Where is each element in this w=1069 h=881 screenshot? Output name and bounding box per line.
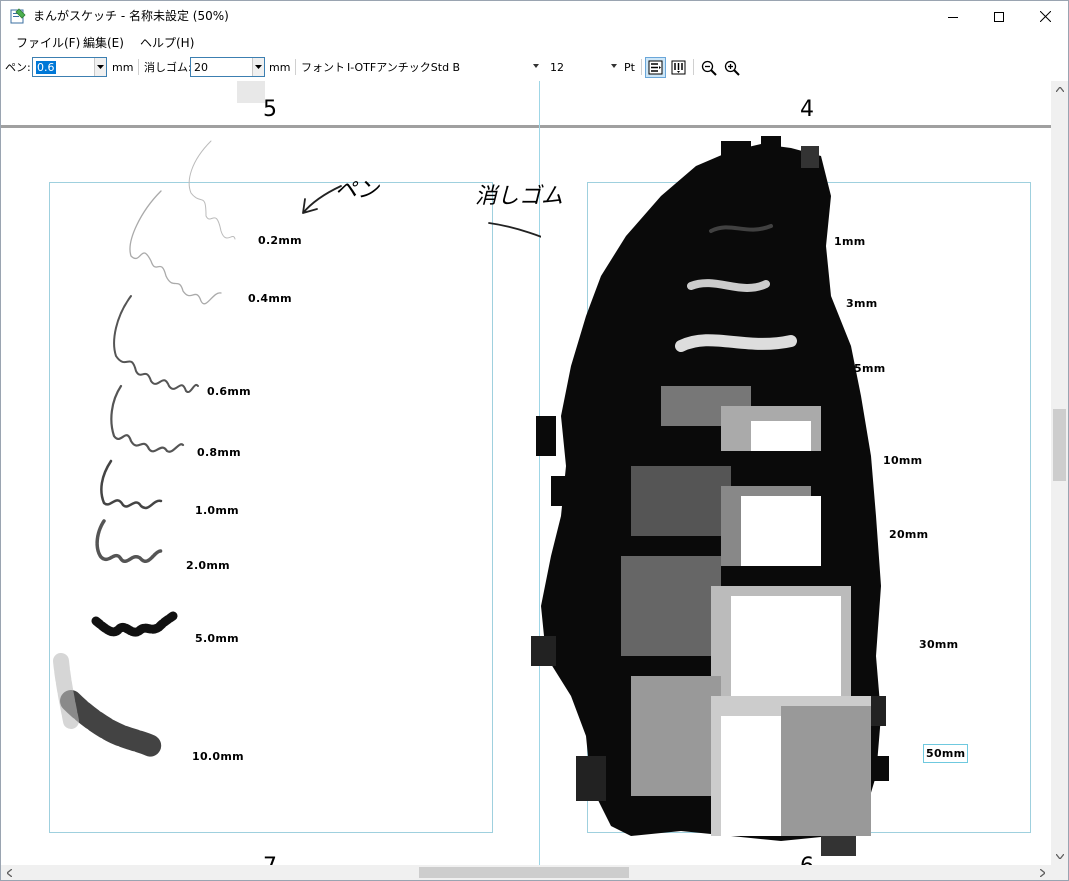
eraser-label-30mm: 30mm xyxy=(919,638,959,651)
title-bar: まんがスケッチ - 名称未設定 (50%) xyxy=(1,1,1068,32)
pen-label-1.0mm: 1.0mm xyxy=(195,504,239,517)
page-number-right-bottom: 6 xyxy=(800,855,814,866)
minimize-icon xyxy=(948,16,958,18)
font-value[interactable]: I-OTFアンチックStd B xyxy=(347,61,460,74)
page-number-right-top: 4 xyxy=(800,97,814,122)
toolbar: ペン: 0.6 mm 消しゴム: 20 mm フォント: I-OTFアンチックS… xyxy=(1,54,1068,81)
pen-label: ペン: xyxy=(5,61,31,74)
pen-strokes-drawing xyxy=(53,140,541,757)
maximize-button[interactable] xyxy=(976,1,1022,32)
drawing-canvas[interactable]: 5 4 ペン 消しゴム 0.2mm 0.4mm 0.6mm 0.8mm 1.0m… xyxy=(1,81,1051,865)
pen-label-0.6mm: 0.6mm xyxy=(207,385,251,398)
chevron-down-icon[interactable] xyxy=(533,64,539,68)
pen-handwritten-note: ペン xyxy=(335,178,380,203)
zoom-out-icon xyxy=(701,60,717,76)
zoom-out-button[interactable] xyxy=(698,57,719,78)
chevron-left-icon xyxy=(7,868,12,877)
window-title: まんがスケッチ - 名称未設定 (50%) xyxy=(33,9,229,23)
horizontal-scroll-thumb[interactable] xyxy=(419,867,629,878)
font-size-unit: Pt xyxy=(624,61,635,74)
close-icon xyxy=(1039,11,1051,22)
text-horizontal-icon xyxy=(648,60,663,75)
horizontal-text-button[interactable] xyxy=(645,57,666,78)
chevron-up-icon xyxy=(1055,87,1064,92)
menu-edit[interactable]: 編集(E) xyxy=(83,36,124,50)
chevron-down-icon xyxy=(1055,854,1064,859)
scroll-right-button[interactable] xyxy=(1034,865,1051,880)
pen-size-value[interactable]: 0.6 xyxy=(36,61,56,74)
page-number-left-bottom: 7 xyxy=(263,855,277,866)
eraser-label-5mm: 5mm xyxy=(854,362,886,375)
scroll-up-button[interactable] xyxy=(1051,81,1068,98)
font-combo[interactable]: I-OTFアンチックStd B xyxy=(343,58,541,76)
chevron-down-icon xyxy=(255,65,262,69)
app-window: まんがスケッチ - 名称未設定 (50%) ファイル(F) 編集(E) ヘルプ(… xyxy=(0,0,1069,881)
menu-help[interactable]: ヘルプ(H) xyxy=(140,36,194,50)
horizontal-scrollbar[interactable] xyxy=(1,865,1051,880)
zoom-in-icon xyxy=(724,60,740,76)
vertical-scroll-thumb[interactable] xyxy=(1053,409,1066,481)
text-vertical-icon xyxy=(671,60,686,75)
toolbar-separator xyxy=(693,59,694,75)
eraser-label-1mm: 1mm xyxy=(834,235,866,248)
zoom-in-button[interactable] xyxy=(721,57,742,78)
maximize-icon xyxy=(994,11,1004,22)
app-icon xyxy=(10,8,26,24)
pen-size-combo[interactable]: 0.6 xyxy=(32,57,107,77)
chevron-right-icon xyxy=(1040,868,1045,877)
eraser-size-combo[interactable]: 20 xyxy=(190,57,265,77)
eraser-label-10mm: 10mm xyxy=(883,454,923,467)
font-size-value[interactable]: 12 xyxy=(550,61,564,74)
pen-label-10.0mm: 10.0mm xyxy=(192,750,244,763)
eraser-label-3mm: 3mm xyxy=(846,297,878,310)
scroll-down-button[interactable] xyxy=(1051,848,1068,865)
eraser-size-dropdown[interactable] xyxy=(252,58,264,76)
scrollbar-corner xyxy=(1051,865,1068,880)
eraser-label-20mm: 20mm xyxy=(889,528,929,541)
pen-unit-label: mm xyxy=(112,61,134,74)
minimize-button[interactable] xyxy=(930,1,976,32)
vertical-text-button[interactable] xyxy=(668,57,689,78)
eraser-label: 消しゴム: xyxy=(144,61,192,74)
pen-size-dropdown[interactable] xyxy=(94,58,106,76)
pen-label-0.8mm: 0.8mm xyxy=(197,446,241,459)
font-size-combo[interactable]: 12 xyxy=(546,58,619,76)
toolbar-separator xyxy=(138,59,139,75)
toolbar-separator xyxy=(641,59,642,75)
chevron-down-icon[interactable] xyxy=(611,64,617,68)
pen-label-2.0mm: 2.0mm xyxy=(186,559,230,572)
eraser-label-50mm[interactable]: 50mm xyxy=(923,744,969,763)
pen-label-0.4mm: 0.4mm xyxy=(248,292,292,305)
eraser-size-value[interactable]: 20 xyxy=(194,61,208,74)
close-button[interactable] xyxy=(1022,1,1068,32)
toolbar-separator xyxy=(295,59,296,75)
pen-label-0.2mm: 0.2mm xyxy=(258,234,302,247)
vertical-scrollbar[interactable] xyxy=(1051,81,1068,865)
menu-file[interactable]: ファイル(F) xyxy=(16,36,80,50)
chevron-down-icon xyxy=(97,65,104,69)
menu-bar: ファイル(F) 編集(E) ヘルプ(H) xyxy=(1,32,1068,53)
pen-label-5.0mm: 5.0mm xyxy=(195,632,239,645)
eraser-unit-label: mm xyxy=(269,61,291,74)
scroll-left-button[interactable] xyxy=(1,865,18,880)
font-label: フォント: xyxy=(301,61,349,74)
